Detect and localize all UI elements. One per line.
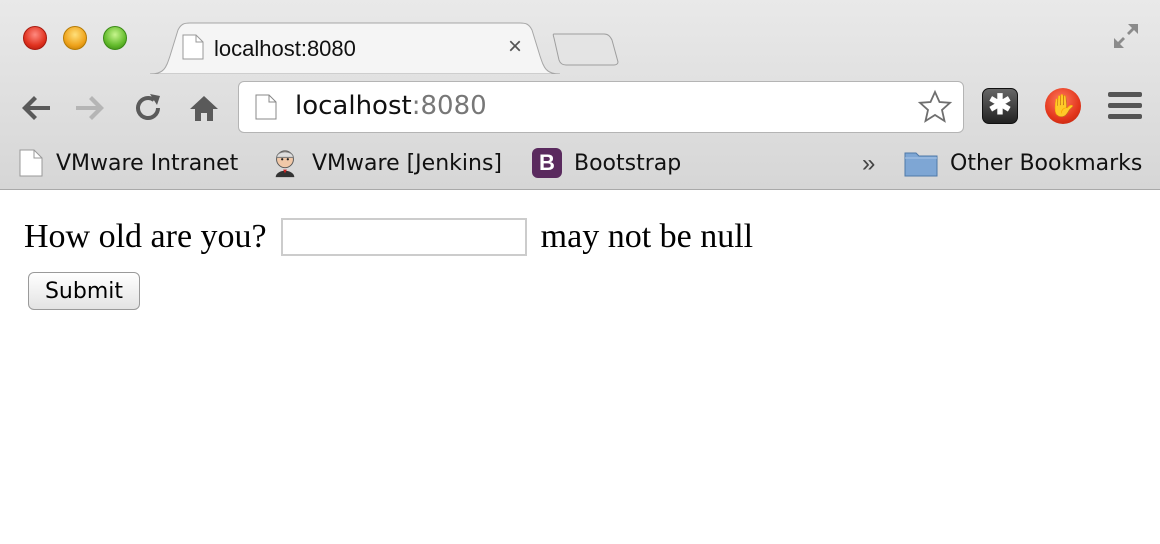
new-tab-button[interactable] — [552, 32, 620, 66]
bookmark-label: VMware [Jenkins] — [312, 150, 502, 176]
jenkins-icon — [275, 150, 295, 178]
folder-icon — [904, 152, 938, 177]
other-bookmarks[interactable]: Other Bookmarks — [904, 146, 1142, 180]
bookmarks-bar: VMware Intranet VMware [Jenkins] B Boots… — [0, 140, 1160, 186]
url-port: :8080 — [411, 91, 487, 121]
tab-close-icon[interactable]: × — [508, 34, 522, 60]
bookmark-bootstrap[interactable]: B Bootstrap — [532, 146, 681, 180]
extension-asterisk-icon[interactable]: ✱ — [982, 88, 1018, 124]
bookmark-vmware-intranet[interactable]: VMware Intranet — [18, 146, 238, 180]
browser-chrome: localhost:8080 × localhost:8080 ✱ ✋ VMwa… — [0, 0, 1160, 190]
close-window-button[interactable] — [23, 26, 47, 50]
age-input[interactable] — [280, 218, 527, 256]
address-bar[interactable]: localhost:8080 — [238, 81, 964, 133]
bootstrap-icon: B — [532, 148, 562, 178]
reload-icon[interactable] — [130, 90, 166, 126]
toolbar: localhost:8080 ✱ ✋ — [0, 74, 1160, 138]
page-icon — [255, 94, 277, 120]
tab-active[interactable]: localhost:8080 × — [150, 22, 560, 74]
other-bookmarks-label: Other Bookmarks — [950, 150, 1143, 176]
page-icon — [19, 149, 43, 177]
bookmark-vmware-jenkins[interactable]: VMware [Jenkins] — [270, 146, 502, 180]
zoom-window-button[interactable] — [103, 26, 127, 50]
fullscreen-icon[interactable] — [1110, 20, 1142, 52]
forward-arrow-icon[interactable] — [72, 90, 108, 126]
submit-button[interactable]: Submit — [28, 272, 140, 310]
home-icon[interactable] — [186, 90, 222, 126]
extension-hand-icon[interactable]: ✋ — [1045, 88, 1081, 124]
age-form-row: How old are you? may not be null — [24, 218, 753, 256]
age-question-label: How old are you? — [24, 218, 267, 255]
address-url[interactable]: localhost:8080 — [295, 91, 487, 121]
bookmark-label: VMware Intranet — [56, 150, 239, 176]
minimize-window-button[interactable] — [63, 26, 87, 50]
bookmark-label: Bootstrap — [574, 150, 682, 176]
page-icon — [182, 34, 204, 60]
bookmarks-overflow-chevron-icon[interactable]: » — [862, 150, 875, 178]
tab-title: localhost:8080 — [214, 36, 356, 61]
menu-icon[interactable] — [1108, 92, 1142, 122]
bookmark-star-icon[interactable] — [917, 89, 953, 125]
validation-error-message: may not be null — [540, 218, 754, 255]
back-arrow-icon[interactable] — [18, 90, 54, 126]
url-host: localhost — [295, 91, 412, 121]
page-content: How old are you? may not be null Submit — [0, 190, 1160, 544]
